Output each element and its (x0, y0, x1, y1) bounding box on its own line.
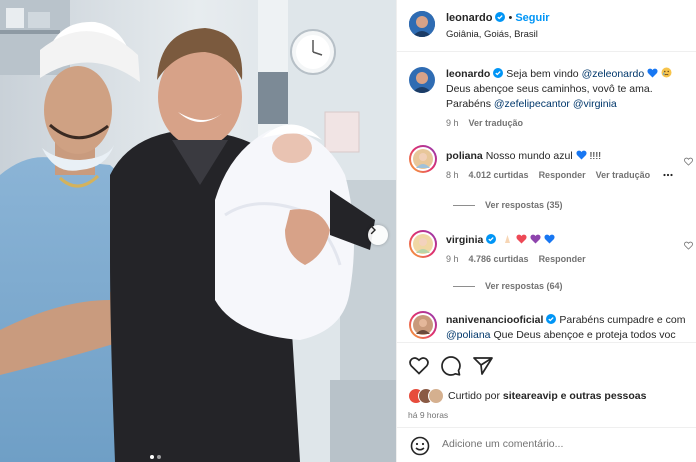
header-username[interactable]: leonardo (446, 12, 492, 24)
post-photo[interactable] (0, 0, 396, 462)
caption-mention-zeleonardo[interactable]: @zeleonardo (582, 68, 645, 80)
view-replies-label: Ver respostas (64) (485, 281, 563, 291)
comment-likes[interactable]: 4.012 curtidas (469, 170, 529, 180)
comment-like-icon[interactable] (684, 157, 693, 166)
post-time-ago[interactable]: há 9 horas (408, 410, 448, 420)
virginia-avatar-icon (413, 234, 433, 254)
comment-likes[interactable]: 4.786 curtidas (469, 254, 529, 264)
view-replies-virginia[interactable]: Ver respostas (64) (453, 281, 563, 291)
caption-translate-link[interactable]: Ver tradução (469, 118, 524, 128)
blue-heart-icon (576, 150, 587, 160)
comment-meta: 8 h 4.012 curtidas Responder Ver tradução (446, 168, 673, 183)
replies-line (453, 285, 475, 287)
comment-text-2: Que Deus abençoe e proteja todos voc (493, 329, 676, 341)
caption-time[interactable]: 9 h (446, 118, 459, 128)
caption-text-1: Seja bem vindo (506, 68, 579, 80)
carousel-dot-1 (150, 455, 154, 459)
post-header: leonardo • Seguir Goiânia, Goiás, Brasil (397, 0, 696, 52)
comment-icon[interactable] (441, 356, 461, 376)
comment-text: Parabéns cumpadre e com (559, 314, 686, 326)
smiley-icon[interactable] (410, 436, 430, 456)
instagram-post: leonardo • Seguir Goiânia, Goiás, Brasil l… (0, 0, 696, 462)
leonardo-avatar-icon (409, 67, 435, 93)
red-heart-icon (516, 234, 527, 244)
comment-text: Nosso mundo azul (485, 150, 573, 162)
verified-badge-icon (495, 12, 506, 22)
liked-by-avatars (408, 388, 444, 404)
comment-reply-button[interactable]: Responder (539, 254, 586, 264)
caption-username[interactable]: leonardo (446, 68, 490, 80)
comment-username[interactable]: virginia (446, 234, 483, 246)
comment-username[interactable]: nanivenanciooficial (446, 314, 543, 326)
comment-translate-link[interactable]: Ver tradução (596, 170, 651, 180)
view-replies-poliana[interactable]: Ver respostas (35) (453, 200, 563, 210)
comment-suffix: !!!! (589, 150, 602, 162)
caption-mention-virginia[interactable]: @virginia (573, 98, 617, 110)
caption-line-2: Deus abençoe seus caminhos, vovô te ama. (446, 83, 653, 95)
comment-mention-poliana[interactable]: @poliana (446, 329, 491, 341)
comment-like-icon[interactable] (684, 241, 693, 250)
more-options-icon[interactable] (663, 173, 673, 177)
follow-button[interactable]: Seguir (515, 12, 549, 24)
post-location[interactable]: Goiânia, Goiás, Brasil (446, 29, 538, 40)
chevron-right-icon (370, 225, 376, 235)
carousel-dot-2 (157, 455, 161, 459)
crying-face-icon (661, 67, 672, 78)
post-caption: leonardo Seja bem vindo @zeleonardo Deus… (446, 67, 696, 131)
caption-line-3: Parabéns @zefelipecantor @virginia (446, 97, 696, 112)
caption-line-1: leonardo Seja bem vindo @zeleonardo (446, 67, 696, 82)
liked-by: Curtido por siteareavip e outras pessoas (408, 388, 646, 404)
header-separator: • (508, 12, 513, 24)
comment-time[interactable]: 8 h (446, 170, 459, 180)
comment-time[interactable]: 9 h (446, 254, 459, 264)
nanivenancio-story-ring[interactable] (409, 311, 437, 339)
comment-meta: 9 h 4.786 curtidas Responder (446, 252, 596, 267)
comment-poliana: poliana Nosso mundo azul !!!! 8 h 4.012 c… (446, 149, 673, 183)
blue-heart-icon (544, 234, 555, 244)
verified-badge-icon (493, 68, 504, 78)
caption-avatar[interactable] (409, 67, 435, 93)
comment-line-2: @poliana Que Deus abençoe e proteja todo… (446, 328, 685, 343)
poliana-story-ring[interactable] (409, 145, 437, 173)
view-replies-label: Ver respostas (35) (485, 200, 563, 210)
comment-username[interactable]: poliana (446, 150, 483, 162)
send-icon[interactable] (473, 357, 493, 375)
liked-by-suffix[interactable]: e outras pessoas (561, 390, 647, 402)
add-comment-bar (397, 427, 696, 462)
virginia-ring-inner (411, 232, 435, 256)
nanivenancio-avatar-icon (413, 315, 433, 335)
caption-mention-zefelipecantor[interactable]: @zefelipecantor (494, 98, 570, 110)
purple-heart-icon (530, 234, 541, 244)
heart-outline-icon[interactable] (409, 357, 429, 375)
carousel-next-button[interactable] (368, 225, 388, 245)
caption-meta: 9 h Ver tradução (446, 116, 696, 131)
post-actions: Curtido por siteareavip e outras pessoas… (397, 342, 696, 462)
verified-badge-icon (546, 314, 557, 324)
comment-reply-button[interactable]: Responder (539, 170, 586, 180)
comment-virginia: virginia 9 h 4.786 curtidas Responder (446, 233, 596, 267)
virginia-story-ring[interactable] (409, 230, 437, 258)
caption-text-3: Parabéns (446, 98, 491, 110)
carousel-indicator (150, 455, 161, 459)
leonardo-avatar-icon (409, 11, 435, 37)
nanivenancio-ring-inner (411, 313, 435, 337)
poliana-ring-inner (411, 147, 435, 171)
poliana-avatar-icon (413, 149, 433, 169)
author-avatar[interactable] (409, 11, 435, 37)
comment-input[interactable] (442, 438, 672, 450)
hospital-photo-illustration (0, 0, 396, 462)
praying-hands-icon (505, 235, 511, 243)
comment-nanivenancio: nanivenanciooficial Parabéns cumpadre e … (446, 313, 685, 343)
liked-by-prefix: Curtido por (448, 390, 500, 402)
verified-badge-icon (486, 234, 497, 244)
liked-by-user[interactable]: siteareavip (503, 390, 558, 402)
header-user-line: leonardo • Seguir (446, 12, 550, 24)
post-side-panel: leonardo • Seguir Goiânia, Goiás, Brasil l… (396, 0, 696, 462)
replies-line (453, 204, 475, 206)
liked-avatar-3 (428, 388, 444, 404)
blue-heart-icon (647, 68, 658, 78)
